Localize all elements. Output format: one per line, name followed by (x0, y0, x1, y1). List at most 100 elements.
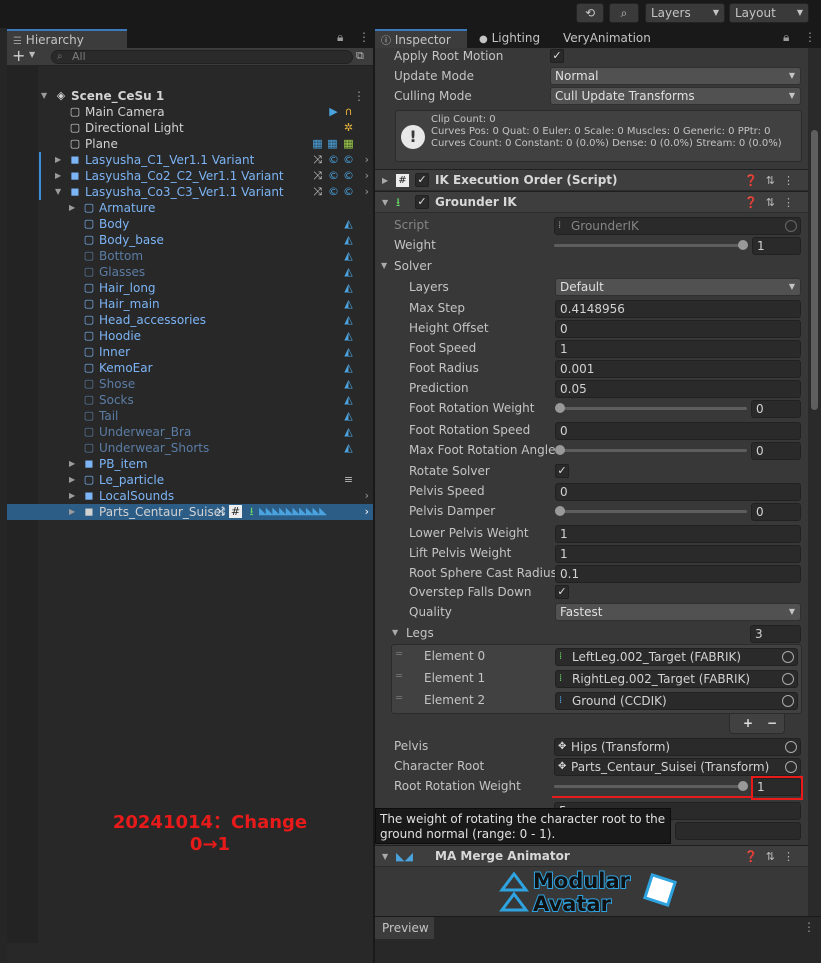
object-picker-icon[interactable] (785, 741, 797, 753)
ma-merge-animator-header[interactable]: ▼ ◣◢ MA Merge Animator ❓⇅⋮ (375, 845, 808, 867)
layers-dropdown[interactable]: Default ▼ (555, 278, 801, 296)
list-item[interactable]: ▶ ◼ Lasyusha_Co2_C2_Ver1.1 Variant ⤨ © ©… (7, 168, 373, 184)
list-item[interactable]: ▢ Shose ◭ (7, 376, 373, 392)
list-item[interactable]: ▢ Plane ▦ ▦ ▦ (7, 136, 373, 152)
list-item[interactable]: ▢ Head_accessories ◭ (7, 312, 373, 328)
chevron-right-icon[interactable]: › (365, 504, 369, 520)
chevron-right-icon[interactable]: › (365, 152, 369, 168)
pelvis-speed-input[interactable]: 0 (555, 483, 801, 501)
list-item[interactable]: ▢ Underwear_Shorts ◭ (7, 440, 373, 456)
culling-mode-dropdown[interactable]: Cull Update Transforms ▼ (550, 87, 801, 105)
chevron-down-icon[interactable]: ▼ (41, 88, 47, 104)
height-offset-input[interactable]: 0 (555, 320, 801, 338)
max-step-input[interactable]: 0.4148956 (555, 300, 801, 318)
list-item[interactable]: ▶ ◼ PB_item (7, 456, 373, 472)
chevron-right-icon[interactable]: › (365, 184, 369, 200)
max-foot-rotation-angle-input[interactable]: 0 (751, 442, 801, 460)
pelvis-field[interactable]: ✥ Hips (Transform) (554, 738, 801, 756)
drag-handle-icon[interactable]: ═ (396, 671, 402, 682)
kebab-menu-icon[interactable]: ⋮ (353, 88, 365, 104)
grounder-ik-header[interactable]: ▼ ⭳ ✓ Grounder IK ❓⇅⋮ (375, 191, 808, 213)
component-header-icons[interactable]: ❓⇅⋮ (744, 192, 802, 213)
drag-handle-icon[interactable]: ═ (396, 649, 402, 660)
tab-veryanimation[interactable]: VeryAnimation (557, 29, 657, 48)
list-item[interactable]: ▢ Hoodie ◭ (7, 328, 373, 344)
hidden-input[interactable] (675, 822, 801, 840)
prediction-input[interactable]: 0.05 (555, 380, 801, 398)
search-icon[interactable]: ⌕ (609, 3, 639, 23)
history-icon[interactable]: ⟲ (576, 3, 604, 23)
foot-rotation-weight-slider-knob[interactable] (555, 403, 565, 413)
object-picker-icon[interactable] (782, 695, 794, 707)
tab-lighting[interactable]: ● Lighting (473, 29, 553, 48)
list-item[interactable]: ▶ ◼ Parts_Centaur_Suisei ⤨ # ⭳ ◣◣◣◣◣◣◣◣◣… (7, 504, 373, 520)
weight-slider-track[interactable] (554, 244, 744, 247)
list-item[interactable]: ▢ Glasses ◭ (7, 264, 373, 280)
list-item[interactable]: ▢ Inner ◭ (7, 344, 373, 360)
chevron-right-icon[interactable]: ▶ (382, 170, 388, 191)
leg-element-field[interactable]: ⁞ Ground (CCDIK) (555, 692, 798, 710)
overstep-falls-down-checkbox[interactable]: ✓ (555, 585, 569, 599)
foot-radius-input[interactable]: 0.001 (555, 360, 801, 378)
chevron-down-icon[interactable]: ▼ (392, 623, 398, 643)
list-item[interactable]: ═ Element 0 ⁞ LeftLeg.002_Target (FABRIK… (392, 647, 801, 667)
component-header-icons[interactable]: ❓⇅⋮ (744, 846, 802, 867)
character-root-field[interactable]: ✥ Parts_Centaur_Suisei (Transform) (554, 758, 801, 776)
list-item[interactable]: ═ Element 2 ⁞ Ground (CCDIK) (392, 691, 801, 711)
chevron-right-icon[interactable]: ▶ (55, 152, 61, 168)
chevron-right-icon[interactable]: › (365, 488, 369, 504)
chevron-down-icon[interactable]: ▼ (55, 184, 61, 200)
tab-inspector[interactable]: ⓘ Inspector (375, 29, 467, 48)
chevron-down-icon[interactable]: ▼ (381, 256, 387, 276)
rotate-solver-checkbox[interactable]: ✓ (555, 464, 569, 478)
chevron-right-icon[interactable]: ▶ (69, 472, 75, 488)
add-element-button[interactable]: + (743, 714, 753, 732)
weight-input[interactable]: 1 (752, 237, 801, 255)
root-rotation-weight-slider-track[interactable] (554, 785, 744, 788)
list-item[interactable]: ▢ Hair_main ◭ (7, 296, 373, 312)
list-item[interactable]: ▢ Tail ◭ (7, 408, 373, 424)
leg-element-field[interactable]: ⁞ LeftLeg.002_Target (FABRIK) (555, 648, 798, 666)
inspector-scrollbar[interactable] (808, 48, 821, 937)
add-button[interactable]: + (12, 46, 25, 65)
component-header-icons[interactable]: ❓⇅⋮ (744, 170, 802, 191)
ik-execution-enabled-checkbox[interactable]: ✓ (415, 173, 429, 187)
list-item[interactable]: ▢ Body ◭ (7, 216, 373, 232)
list-item[interactable]: ▢ Directional Light ✲ (7, 120, 373, 136)
apply-root-motion-checkbox[interactable]: ✓ (550, 49, 564, 63)
search-input[interactable]: ⌕ All (51, 50, 353, 64)
pelvis-damper-input[interactable]: 0 (751, 503, 801, 521)
list-item[interactable]: ▼ ◼ Lasyusha_Co3_C3_Ver1.1 Variant ⤨ © ©… (7, 184, 373, 200)
chevron-right-icon[interactable]: ▶ (69, 200, 75, 216)
list-item[interactable]: ▢ Body_base ◭ (7, 232, 373, 248)
scene-visibility-icon[interactable]: ⧉ (356, 49, 364, 63)
grounder-enabled-checkbox[interactable]: ✓ (415, 195, 429, 209)
foot-rotation-weight-input[interactable]: 0 (751, 400, 801, 418)
foot-speed-input[interactable]: 1 (555, 340, 801, 358)
chevron-right-icon[interactable]: ▶ (69, 488, 75, 504)
chevron-right-icon[interactable]: ▶ (69, 456, 75, 472)
leg-element-field[interactable]: ⁞ RightLeg.002_Target (FABRIK) (555, 670, 798, 688)
remove-element-button[interactable]: − (767, 714, 777, 732)
update-mode-dropdown[interactable]: Normal ▼ (550, 67, 801, 85)
lock-icon[interactable]: 🔒︎ (337, 30, 343, 45)
root-sphere-cast-radius-input[interactable]: 0.1 (555, 565, 801, 583)
list-item[interactable]: ▢ KemoEar ◭ (7, 360, 373, 376)
chevron-down-icon[interactable]: ▼ (29, 50, 35, 59)
scrollbar-thumb[interactable] (811, 130, 818, 410)
list-item[interactable]: ▢ Bottom ◭ (7, 248, 373, 264)
chevron-right-icon[interactable]: › (365, 168, 369, 184)
max-foot-rotation-angle-slider-knob[interactable] (555, 445, 565, 455)
list-item[interactable]: ═ Element 1 ⁞ RightLeg.002_Target (FABRI… (392, 669, 801, 689)
foot-rotation-speed-input[interactable]: 0 (555, 422, 801, 440)
ik-execution-order-header[interactable]: ▶ # ✓ IK Execution Order (Script) ❓⇅⋮ (375, 169, 808, 191)
drag-handle-icon[interactable]: ═ (396, 693, 402, 704)
pelvis-damper-slider-knob[interactable] (555, 506, 565, 516)
tab-preview[interactable]: Preview (375, 917, 434, 939)
list-item[interactable]: ▶ ◼ Lasyusha_C1_Ver1.1 Variant ⤨ © © › (7, 152, 373, 168)
list-item[interactable]: ▢ Hair_long ◭ (7, 280, 373, 296)
chevron-right-icon[interactable]: ▶ (69, 504, 75, 520)
layout-dropdown[interactable]: Layout ▼ (729, 3, 809, 23)
chevron-down-icon[interactable]: ▼ (382, 192, 388, 213)
legs-size-input[interactable]: 3 (750, 625, 801, 643)
